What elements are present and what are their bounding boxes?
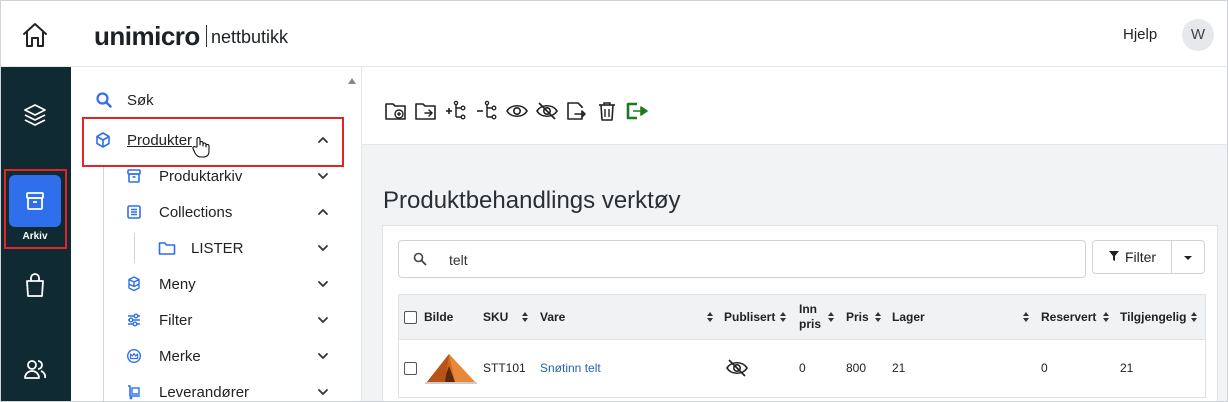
nav-item-label: Collections (159, 203, 233, 221)
funnel-icon (1108, 249, 1120, 265)
page-title: Produktbehandlings verktøy (383, 187, 681, 214)
users-icon[interactable] (9, 343, 61, 395)
search-icon (413, 252, 427, 266)
sort-icon[interactable] (1102, 310, 1110, 324)
cubes-icon (125, 275, 143, 293)
cell-available: 21 (1120, 361, 1134, 375)
col-header-item[interactable]: Vare (540, 295, 565, 339)
nav-item-label: Søk (127, 91, 154, 109)
chevron-down-icon[interactable] (316, 349, 330, 363)
filter-dropdown-toggle[interactable] (1171, 240, 1205, 274)
sort-icon[interactable] (1022, 310, 1030, 324)
cell-reserved: 0 (1041, 361, 1048, 375)
nav-item-label: Merke (159, 347, 201, 365)
nav-item-label: Produktarkiv (159, 167, 243, 185)
trash-icon[interactable] (595, 99, 619, 123)
export-icon[interactable] (565, 99, 589, 123)
archive-icon (125, 167, 143, 185)
folder-icon (158, 239, 176, 257)
chevron-down-icon[interactable] (316, 277, 330, 291)
app-rail: Arkiv (1, 67, 71, 401)
sort-icon[interactable] (1190, 310, 1198, 324)
chevron-down-icon[interactable] (316, 385, 330, 399)
nav-item-label: Filter (159, 311, 193, 329)
sort-icon[interactable] (706, 310, 714, 324)
folder-add-icon[interactable] (384, 99, 408, 123)
col-header-sku[interactable]: SKU (483, 295, 508, 339)
app-frame: unimicro nettbutikk Hjelp W Arkiv Søk Pr… (0, 0, 1228, 402)
nav-item-search[interactable]: Søk (93, 82, 373, 118)
dolly-icon (125, 383, 143, 401)
col-header-stock[interactable]: Lager (892, 295, 925, 339)
product-card: telt Filter Bilde SKU Vare Publisert Inn… (382, 225, 1218, 401)
table-header: Bilde SKU Vare Publisert Inn pris Pris L… (398, 294, 1206, 340)
col-header-published[interactable]: Publisert (724, 295, 775, 339)
help-link[interactable]: Hjelp (1123, 26, 1157, 43)
chevron-up-icon[interactable] (316, 205, 330, 219)
brand-subtitle: nettbutikk (211, 27, 289, 47)
exit-icon[interactable] (625, 99, 649, 123)
top-bar: unimicro nettbutikk Hjelp W (1, 1, 1227, 67)
folder-move-icon[interactable] (414, 99, 438, 123)
layers-icon[interactable] (9, 89, 61, 141)
unpublished-eye-off-icon[interactable] (725, 340, 749, 396)
nav-item-label: Leverandører (159, 383, 250, 401)
sliders-icon (125, 311, 143, 329)
tree-connector (134, 233, 135, 263)
col-header-cost-line1: Inn (799, 302, 817, 316)
shopping-bag-icon[interactable] (9, 259, 61, 311)
logo-divider (206, 25, 207, 47)
col-header-image: Bilde (424, 309, 454, 324)
cell-price: 800 (846, 361, 867, 375)
chevron-down-icon[interactable] (316, 313, 330, 327)
filter-button[interactable]: Filter (1092, 240, 1172, 274)
action-toolbar (362, 67, 1227, 145)
sort-icon[interactable] (779, 310, 787, 324)
caret-down-icon (1183, 248, 1193, 266)
sort-icon[interactable] (827, 310, 835, 324)
col-header-cost-line2: pris (799, 317, 822, 331)
cell-cost: 0 (799, 361, 806, 375)
search-icon (95, 91, 113, 109)
chevron-down-icon[interactable] (316, 241, 330, 255)
eye-icon[interactable] (505, 99, 529, 123)
cell-item-link[interactable]: Snøtinn telt (540, 340, 601, 396)
search-input[interactable]: telt (398, 240, 1086, 278)
crown-icon (125, 347, 143, 365)
tree-remove-icon[interactable] (475, 99, 499, 123)
chevron-down-icon[interactable] (316, 169, 330, 183)
product-thumbnail (425, 340, 477, 396)
list-icon (125, 203, 143, 221)
col-header-available[interactable]: Tilgjengelig (1120, 295, 1186, 339)
table-row[interactable]: STT101 Snøtinn telt 0 800 21 0 21 (398, 340, 1206, 398)
cell-stock: 21 (892, 361, 906, 375)
sort-icon[interactable] (521, 310, 529, 324)
tree-add-icon[interactable] (444, 99, 468, 123)
home-icon[interactable] (19, 20, 51, 50)
nav-item-label: Meny (159, 275, 196, 293)
user-avatar[interactable]: W (1182, 19, 1214, 51)
col-header-reserved[interactable]: Reservert (1041, 295, 1096, 339)
cell-sku: STT101 (483, 361, 526, 375)
search-value: telt (449, 252, 468, 268)
filter-label: Filter (1124, 249, 1157, 265)
rail-highlight-box (4, 169, 67, 249)
main-content: Produktbehandlings verktøy telt Filter B… (362, 67, 1227, 401)
col-header-cost[interactable]: Inn pris (799, 295, 821, 339)
tree-connector (103, 167, 104, 401)
nav-item-label: LISTER (191, 239, 244, 257)
eye-off-icon[interactable] (535, 99, 559, 123)
brand-logo: unimicro (94, 21, 200, 51)
select-all-checkbox[interactable] (404, 295, 417, 339)
sort-icon[interactable] (874, 310, 882, 324)
row-checkbox[interactable] (404, 340, 417, 396)
col-header-price[interactable]: Pris (846, 295, 869, 339)
